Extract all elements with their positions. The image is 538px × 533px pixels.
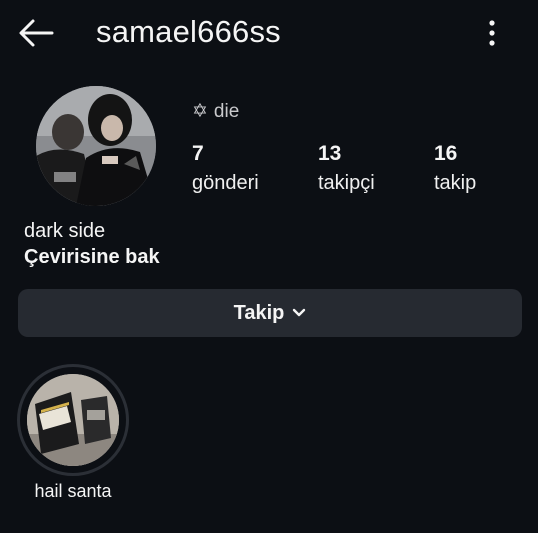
chevron-down-icon [293, 308, 306, 317]
stat-followers[interactable]: 13 takipçi [318, 141, 375, 199]
followers-count: 13 [318, 142, 342, 165]
see-translation-link[interactable]: Çevirisine bak [24, 246, 160, 269]
pentagram-icon: ✡ [192, 101, 208, 122]
back-button[interactable] [18, 16, 54, 50]
follow-button[interactable]: Takip [18, 289, 522, 337]
followers-label: takipçi [318, 172, 375, 194]
profile-bio: dark side [24, 220, 106, 242]
profile-note-text: die [213, 100, 240, 122]
highlight-title: hail santa [34, 481, 112, 501]
highlight-cover [27, 374, 119, 466]
highlight-photo [27, 374, 119, 466]
profile-username: samael666ss [96, 14, 281, 49]
stat-following[interactable]: 16 takip [434, 141, 476, 199]
profile-avatar[interactable] [36, 86, 156, 206]
avatar-photo [36, 86, 156, 206]
stat-posts[interactable]: 7 gönderi [192, 141, 259, 199]
posts-count: 7 [192, 142, 204, 165]
kebab-menu-icon [489, 20, 495, 46]
following-count: 16 [434, 142, 458, 165]
posts-label: gönderi [192, 172, 259, 194]
profile-note: ✡ die [192, 100, 239, 123]
following-label: takip [434, 172, 477, 194]
arrow-left-icon [19, 19, 54, 47]
more-options-button[interactable] [480, 18, 504, 48]
follow-button-label: Takip [233, 301, 285, 324]
